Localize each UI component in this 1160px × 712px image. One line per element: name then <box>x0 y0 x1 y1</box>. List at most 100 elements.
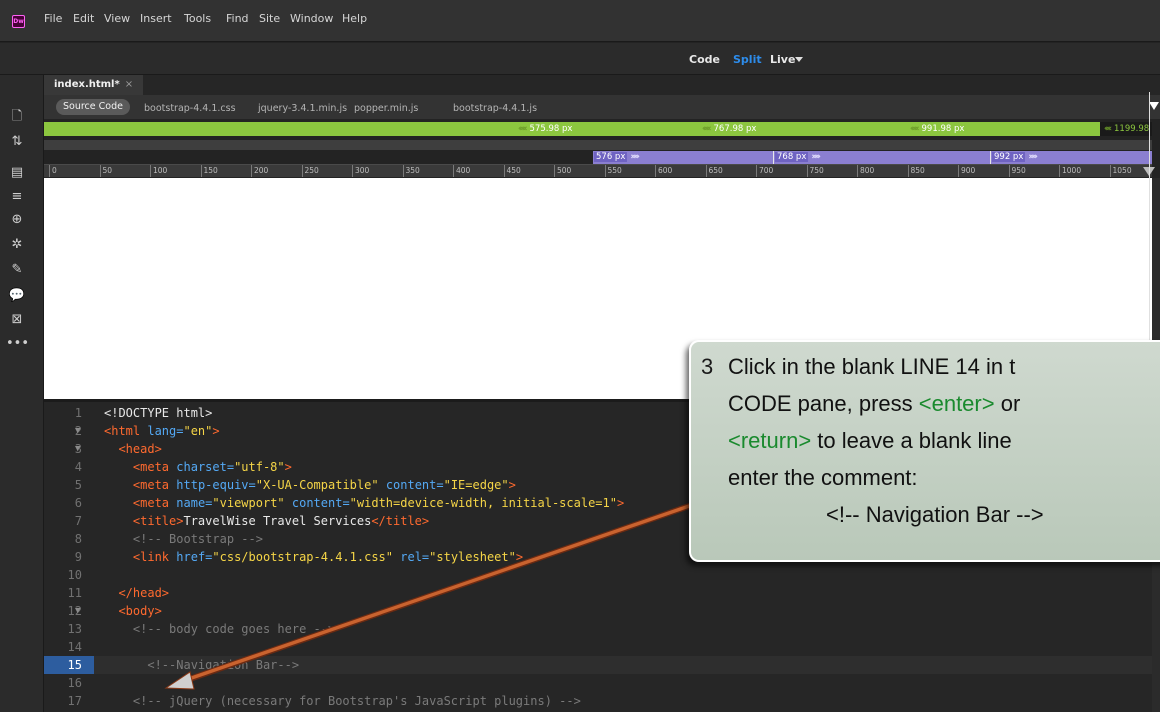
related-file-bootstrap-css[interactable]: bootstrap-4.4.1.css <box>144 103 236 114</box>
ruler-tick <box>958 165 959 177</box>
fold-arrow-icon[interactable]: ▼ <box>75 602 80 620</box>
ruler-tick <box>301 165 303 177</box>
menu-find[interactable]: Find <box>226 12 249 25</box>
ruler-number: 150 <box>203 166 218 175</box>
line-number: 15 <box>44 656 94 674</box>
menu-view[interactable]: View <box>104 12 130 25</box>
code-text: <!--Navigation Bar--> <box>147 658 300 672</box>
ruler-tick <box>907 165 909 177</box>
ruler-tick <box>1059 165 1060 177</box>
media-query-min-3[interactable]: 992 px ››››› <box>992 152 1038 162</box>
menu-edit[interactable]: Edit <box>73 12 94 25</box>
media-query-max-2[interactable]: ‹‹‹‹‹ 767.98 px <box>702 124 756 134</box>
ruler-number: 750 <box>809 166 824 175</box>
ruler-tick <box>503 165 505 177</box>
ruler-tick <box>604 165 606 177</box>
ruler-number: 1050 <box>1112 166 1132 175</box>
ruler-tick <box>1008 165 1010 177</box>
line-number: 10 <box>67 568 82 582</box>
close-icon[interactable]: × <box>125 79 133 90</box>
document-tab-label: index.html* <box>54 79 120 90</box>
insert-icon[interactable]: ✲ <box>6 234 28 256</box>
ruler-tick <box>251 165 252 177</box>
line-number: 7 <box>74 514 82 528</box>
menu-bar: Dw File Edit View Insert Tools Find Site… <box>0 0 1160 42</box>
line-number: 9 <box>74 550 82 564</box>
code-text: <meta charset="utf-8"> <box>132 460 292 474</box>
live-code-icon[interactable]: ▤ <box>6 162 28 184</box>
ruler-number: 400 <box>456 166 471 175</box>
related-file-jquery[interactable]: jquery-3.4.1.min.js <box>258 103 347 114</box>
code-text: <meta http-equiv="X-UA-Compatible" conte… <box>132 478 516 492</box>
more-tools-icon[interactable]: ••• <box>6 333 29 355</box>
menu-help[interactable]: Help <box>342 12 367 25</box>
ruler-number: 550 <box>607 166 622 175</box>
ruler-number: 200 <box>254 166 269 175</box>
ruler-tick <box>554 165 555 177</box>
ruler-number: 700 <box>759 166 774 175</box>
ruler-number: 450 <box>506 166 521 175</box>
comment-icon[interactable]: 💬 <box>6 285 28 307</box>
code-text: <!-- body code goes here --> <box>132 622 336 636</box>
ruler-tick <box>150 165 151 177</box>
target-icon[interactable]: ⊕ <box>6 209 28 231</box>
view-switcher-bar: Code Split Live <box>0 43 1160 75</box>
fold-arrow-icon[interactable]: ▼ <box>75 440 80 458</box>
ruler-number: 300 <box>355 166 370 175</box>
chevron-down-icon[interactable] <box>795 57 803 62</box>
media-query-min-2[interactable]: 768 px ››››› <box>775 152 821 162</box>
split-view-button[interactable]: Split <box>733 53 762 66</box>
related-files-bar: Source Code bootstrap-4.4.1.css jquery-3… <box>44 95 1160 119</box>
ruler-number: 250 <box>304 166 319 175</box>
wrap-tag-icon[interactable]: ✎ <box>6 259 28 281</box>
related-file-bootstrap-js[interactable]: bootstrap-4.4.1.js <box>453 103 537 114</box>
dreamweaver-logo-icon: Dw <box>12 15 25 28</box>
min-width-media-query-bar: 576 px ››››› 768 px ››››› 992 px ››››› <box>593 151 1152 164</box>
code-text: <head> <box>118 442 162 456</box>
file-management-icon[interactable]: ⇅ <box>6 131 28 153</box>
ruler-number: 650 <box>708 166 723 175</box>
media-query-divider <box>773 151 774 164</box>
code-text: <meta name="viewport" content="width=dev… <box>132 496 625 510</box>
ruler-number: 800 <box>860 166 875 175</box>
fold-arrow-icon[interactable]: ▼ <box>75 422 80 440</box>
instruction-callout: 3 Click in the blank LINE 14 in t CODE p… <box>689 340 1160 710</box>
live-view-button[interactable]: Live <box>770 53 795 66</box>
media-query-min-1[interactable]: 576 px ››››› <box>594 152 640 162</box>
menu-tools[interactable]: Tools <box>184 12 211 25</box>
line-number: 16 <box>67 676 82 690</box>
media-query-max-3[interactable]: ‹‹‹‹‹ 991.98 px <box>910 124 964 134</box>
ruler-number: 600 <box>658 166 673 175</box>
ruler-number: 0 <box>52 166 57 175</box>
line-number: 14 <box>67 640 82 654</box>
ruler-number: 100 <box>153 166 168 175</box>
ruler-tick <box>857 165 858 177</box>
related-file-popper[interactable]: popper.min.js <box>354 103 418 114</box>
remove-comment-icon[interactable]: ⊠ <box>6 309 28 331</box>
format-source-icon[interactable]: ≡ <box>6 186 28 208</box>
line-number: 4 <box>74 460 82 474</box>
line-number: 8 <box>74 532 82 546</box>
filter-icon[interactable] <box>1149 102 1159 110</box>
open-documents-icon[interactable]: 🗋 <box>6 106 28 128</box>
ruler-number: 950 <box>1011 166 1026 175</box>
ruler-tick <box>453 165 454 177</box>
media-query-max-4[interactable]: ‹‹‹‹1199.98 px <box>1100 122 1152 136</box>
menu-file[interactable]: File <box>44 12 62 25</box>
media-query-max-1[interactable]: ‹‹‹‹‹ 575.98 px <box>518 124 572 134</box>
ruler-tick <box>200 165 202 177</box>
code-view-button[interactable]: Code <box>689 53 720 66</box>
code-text: <!-- jQuery (necessary for Bootstrap's J… <box>132 694 581 708</box>
code-text: <link href="css/bootstrap-4.4.1.css" rel… <box>132 550 524 564</box>
menu-site[interactable]: Site <box>259 12 280 25</box>
code-text: </head> <box>118 586 170 600</box>
menu-insert[interactable]: Insert <box>140 12 172 25</box>
source-code-button[interactable]: Source Code <box>56 99 130 115</box>
line-number: 13 <box>67 622 82 636</box>
callout-line-3: <return> to leave a blank line <box>728 428 1012 453</box>
media-query-divider <box>990 151 991 164</box>
ruler-tick <box>806 165 808 177</box>
ruler-number: 500 <box>557 166 572 175</box>
menu-window[interactable]: Window <box>290 12 333 25</box>
document-tab[interactable]: index.html* × <box>44 75 144 95</box>
